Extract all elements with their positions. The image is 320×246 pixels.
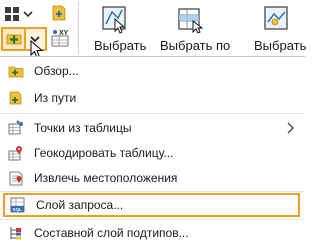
- menu-separator: [0, 191, 305, 192]
- xy-table-icon: [8, 120, 24, 136]
- svg-text:SQL: SQL: [13, 207, 23, 212]
- svg-text:XY: XY: [59, 30, 69, 37]
- add-layer-icon[interactable]: [50, 4, 68, 22]
- query-layer-icon: SQL: [10, 197, 26, 213]
- extract-locations-icon: [8, 170, 24, 186]
- menu-item-label: Из пути: [34, 91, 77, 105]
- menu-item-browse[interactable]: Обзор...: [0, 59, 305, 83]
- geocode-table-icon: [8, 145, 24, 161]
- select-by-rectangle-icon[interactable]: [100, 4, 130, 34]
- menu-item-label: Извлечь местоположения: [34, 171, 178, 185]
- layers-icon[interactable]: [4, 6, 20, 22]
- select-by-attributes-icon[interactable]: [176, 4, 206, 34]
- select-by-attributes-label[interactable]: Выбрать по: [160, 38, 230, 53]
- menu-item-extract-locations[interactable]: Извлечь местоположения: [0, 166, 305, 190]
- menu-item-label: Обзор...: [34, 64, 79, 78]
- menu-item-subtype-group-layer[interactable]: Составной слой подтипов...: [0, 221, 305, 245]
- menu-item-xy-table[interactable]: Точки из таблицы: [0, 116, 305, 140]
- menu-item-label: Слой запроса...: [36, 198, 124, 212]
- menu-separator: [0, 219, 305, 220]
- subtype-group-layer-icon: [8, 225, 24, 241]
- xy-data-icon[interactable]: XY: [50, 28, 72, 48]
- menu-separator: [0, 113, 305, 114]
- select-by-location-icon[interactable]: [262, 4, 292, 34]
- add-data-icon: [5, 30, 23, 48]
- ribbon: XY Выбрать Выбрать по Выбрать: [0, 0, 306, 60]
- select-button-label[interactable]: Выбрать: [94, 38, 146, 53]
- add-data-menu: Обзор... Из пути Точки из таблицы Геокод…: [0, 56, 305, 246]
- chevron-down-icon[interactable]: [22, 8, 34, 20]
- menu-item-label: Геокодировать таблицу...: [34, 146, 174, 160]
- ribbon-separator: [78, 2, 79, 54]
- browse-icon: [8, 63, 24, 79]
- menu-item-from-path[interactable]: Из пути: [0, 86, 305, 110]
- menu-item-geocode-table[interactable]: Геокодировать таблицу...: [0, 141, 305, 165]
- chevron-right-icon: [285, 121, 295, 135]
- menu-item-query-layer[interactable]: SQL Слой запроса...: [3, 193, 300, 217]
- select-by-location-label[interactable]: Выбрать: [254, 38, 306, 53]
- menu-item-label: Составной слой подтипов...: [34, 226, 189, 240]
- menu-item-label: Точки из таблицы: [34, 121, 132, 135]
- from-path-icon: [8, 90, 24, 106]
